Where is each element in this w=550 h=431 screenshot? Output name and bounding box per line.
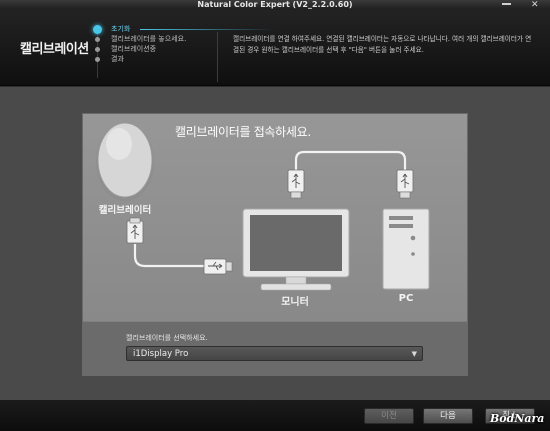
pc-tower-icon	[382, 208, 430, 290]
step-list: 초기화 캘리브레이터를 놓으세요. 캘리브레이션중 결과	[90, 24, 275, 84]
window-title: Natural Color Expert (V2_2.2.0.60)	[197, 0, 353, 9]
step-item-calibrating: 캘리브레이션중	[90, 44, 210, 54]
step-label: 캘리브레이션중	[111, 45, 157, 53]
section-title: 캘리브레이션	[20, 42, 89, 57]
step-label: 캘리브레이터를 놓으세요.	[111, 35, 187, 43]
connection-panel: 캘리브레이터를 접속하세요. 캘리브레이터 모니터 PC 캘리브레이터를 선택하…	[82, 113, 468, 376]
wizard-header: 캘리브레이션 초기화 캘리브레이터를 놓으세요. 캘리브레이션중 결과 캘리브레…	[0, 10, 550, 86]
connection-diagram	[96, 122, 430, 291]
prev-button[interactable]: 이전	[364, 408, 414, 424]
title-bar: Natural Color Expert (V2_2.2.0.60) ✕	[0, 0, 550, 10]
calibrator-select-label: 캘리브레이터를 선택하세요.	[126, 334, 208, 342]
close-button[interactable]: ✕	[522, 0, 550, 10]
calibrator-dropdown[interactable]: i1Display Pro ▼	[126, 346, 423, 361]
calibrator-label: 캘리브레이터	[98, 205, 152, 216]
close-icon: ✕	[531, 0, 539, 10]
active-step-indicator-icon	[93, 25, 102, 34]
usb-plug-icon	[126, 217, 144, 244]
header-divider	[217, 32, 218, 82]
monitor-label: 모니터	[281, 297, 309, 308]
wizard-footer: 이전 다음 취소	[0, 400, 550, 431]
panel-title: 캘리브레이터를 접속하세요.	[175, 125, 311, 139]
step-dot-icon	[95, 47, 100, 52]
minimize-icon	[502, 3, 511, 5]
step-item-result: 결과	[90, 54, 210, 64]
step-dot-icon	[95, 37, 100, 42]
calibrator-device-icon	[96, 122, 154, 201]
dropdown-arrow-icon: ▼	[411, 350, 417, 358]
next-button[interactable]: 다음	[423, 408, 473, 424]
step-label: 초기화	[111, 25, 131, 33]
monitor-icon	[242, 208, 350, 291]
watermark: BodNara	[490, 412, 545, 425]
minimize-button[interactable]	[492, 0, 522, 10]
step-item-initialize: 초기화	[90, 24, 275, 34]
usb-plug-icon	[396, 169, 414, 199]
step-item-place-calibrator: 캘리브레이터를 놓으세요.	[90, 34, 210, 44]
usb-plug-icon	[203, 258, 233, 275]
calibrator-select-area: 캘리브레이터를 선택하세요. i1Display Pro ▼	[83, 321, 467, 375]
step-label: 결과	[111, 55, 124, 63]
active-step-glow-line	[140, 29, 275, 30]
usb-plug-icon	[287, 169, 305, 199]
step-description: 캘리브레이터를 연결 하여주세요. 연결된 캘리브레이터는 자동으로 나타납니다…	[233, 35, 532, 54]
content-area: 캘리브레이터를 접속하세요. 캘리브레이터 모니터 PC 캘리브레이터를 선택하…	[0, 87, 550, 400]
pc-label: PC	[398, 293, 414, 304]
step-dot-icon	[95, 57, 100, 62]
calibrator-dropdown-value: i1Display Pro	[133, 349, 189, 359]
